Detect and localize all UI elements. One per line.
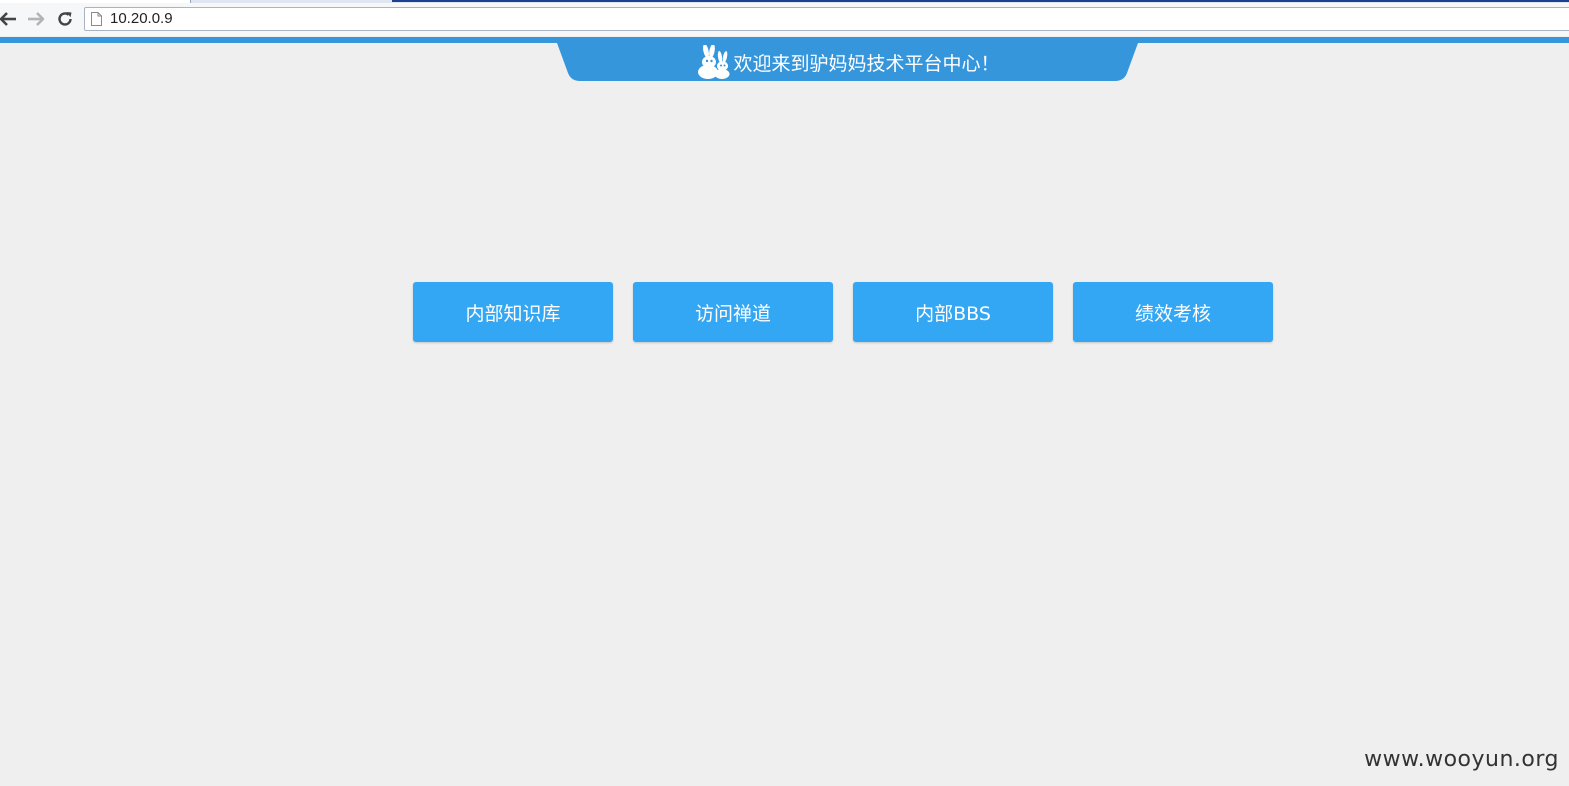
header-banner: 欢迎来到驴妈妈技术平台中心！ xyxy=(557,43,1138,81)
address-bar[interactable]: 10.20.0.9 xyxy=(84,7,1569,31)
url-text: 10.20.0.9 xyxy=(110,10,173,27)
rabbit-logo xyxy=(698,45,730,79)
browser-toolbar: 10.20.0.9 xyxy=(0,3,1569,36)
tab-strip-border xyxy=(392,0,1569,2)
watermark: www.wooyun.org xyxy=(1364,747,1559,772)
knowledge-base-button[interactable]: 内部知识库 xyxy=(413,282,613,342)
reload-icon[interactable] xyxy=(54,8,76,30)
page-title: 欢迎来到驴妈妈技术平台中心！ xyxy=(733,52,1000,75)
page-body xyxy=(0,43,1569,786)
performance-review-button[interactable]: 绩效考核 xyxy=(1073,282,1273,342)
back-arrow-icon[interactable] xyxy=(0,8,19,30)
forward-arrow-icon[interactable] xyxy=(25,8,47,30)
zentao-button[interactable]: 访问禅道 xyxy=(633,282,833,342)
page-icon xyxy=(91,12,102,26)
bbs-button[interactable]: 内部BBS xyxy=(853,282,1053,342)
